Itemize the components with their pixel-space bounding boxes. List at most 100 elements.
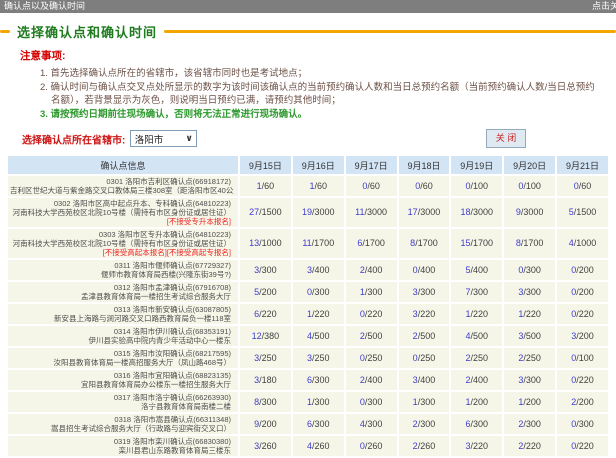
quota-cell[interactable]: 1/220 — [293, 304, 344, 324]
quota-cell[interactable]: 9/3000 — [504, 198, 555, 227]
quota-cell[interactable]: 3/180 — [240, 370, 291, 390]
quota-cell[interactable]: 2/300 — [399, 414, 450, 434]
quota-cell[interactable]: 0/250 — [399, 348, 450, 368]
quota-cell[interactable]: 11/3000 — [346, 198, 397, 227]
quota-cell[interactable]: 0/60 — [557, 176, 608, 196]
quota-cell[interactable]: 0/200 — [557, 260, 608, 280]
quota-cell[interactable]: 0/100 — [504, 176, 555, 196]
quota-cell[interactable]: 3/200 — [557, 326, 608, 346]
quota-cell[interactable]: 0/300 — [504, 260, 555, 280]
booked-count: 11 — [355, 207, 364, 217]
quota-cell[interactable]: 0/100 — [557, 348, 608, 368]
quota-cell[interactable]: 2/250 — [504, 348, 555, 368]
quota-cell[interactable]: 0/300 — [346, 392, 397, 412]
quota-cell[interactable]: 4/300 — [346, 414, 397, 434]
quota-cell[interactable]: 6/300 — [293, 414, 344, 434]
quota-cell[interactable]: 3/400 — [399, 370, 450, 390]
quota-cell[interactable]: 3/300 — [504, 370, 555, 390]
quota-cell[interactable]: 0/220 — [346, 304, 397, 324]
quota-cell[interactable]: 1/60 — [293, 176, 344, 196]
quota-cell[interactable]: 2/400 — [451, 370, 502, 390]
quota-cell[interactable]: 6/1700 — [346, 229, 397, 258]
quota-cell[interactable]: 1/220 — [451, 304, 502, 324]
quota-cell[interactable]: 8/300 — [240, 392, 291, 412]
quota-cell[interactable]: 2/400 — [346, 260, 397, 280]
quota-cell[interactable]: 5/400 — [451, 260, 502, 280]
quota-cell[interactable]: 5/200 — [240, 282, 291, 302]
quota-cell[interactable]: 3/500 — [504, 326, 555, 346]
close-link[interactable]: 点击关闭 — [592, 0, 616, 13]
daily-quota: /300 — [471, 287, 489, 297]
quota-cell[interactable]: 3/220 — [451, 436, 502, 456]
close-button[interactable]: 关 闭 — [486, 129, 526, 148]
quota-cell[interactable]: 1/300 — [293, 392, 344, 412]
daily-quota: /300 — [523, 419, 541, 429]
quota-cell[interactable]: 0/250 — [346, 348, 397, 368]
quota-cell[interactable]: 3/300 — [240, 260, 291, 280]
quota-cell[interactable]: 4/500 — [451, 326, 502, 346]
quota-cell[interactable]: 8/1700 — [399, 229, 450, 258]
quota-cell[interactable]: 13/1000 — [240, 229, 291, 258]
quota-cell[interactable]: 2/250 — [451, 348, 502, 368]
point-address: 宜阳县教育体育局办公楼东一楼招生服务大厅 — [10, 380, 231, 389]
daily-quota: /300 — [365, 397, 383, 407]
quota-cell[interactable]: 2/400 — [346, 370, 397, 390]
quota-cell[interactable]: 0/60 — [399, 176, 450, 196]
quota-cell[interactable]: 1/200 — [504, 392, 555, 412]
daily-quota: /220 — [576, 441, 594, 451]
quota-cell[interactable]: 2/500 — [399, 326, 450, 346]
quota-cell[interactable]: 1/300 — [346, 282, 397, 302]
quota-cell[interactable]: 0/300 — [293, 282, 344, 302]
quota-cell[interactable]: 3/300 — [399, 282, 450, 302]
quota-cell[interactable]: 6/300 — [293, 370, 344, 390]
quota-cell[interactable]: 19/3000 — [293, 198, 344, 227]
quota-cell[interactable]: 3/300 — [504, 282, 555, 302]
quota-cell[interactable]: 8/1700 — [504, 229, 555, 258]
quota-cell[interactable]: 2/220 — [504, 436, 555, 456]
confirmation-point-info: 0311 洛阳市偃师确认点(67729327)偃师市教育体育局西楼(兴隆东街39… — [8, 260, 238, 280]
quota-cell[interactable]: 6/220 — [240, 304, 291, 324]
quota-cell[interactable]: 2/300 — [504, 414, 555, 434]
quota-cell[interactable]: 4/500 — [293, 326, 344, 346]
quota-cell[interactable]: 4/260 — [293, 436, 344, 456]
quota-cell[interactable]: 11/1700 — [293, 229, 344, 258]
quota-cell[interactable]: 0/220 — [557, 304, 608, 324]
quota-cell[interactable]: 0/100 — [451, 176, 502, 196]
daily-quota: /300 — [523, 265, 541, 275]
quota-cell[interactable]: 1/60 — [240, 176, 291, 196]
quota-cell[interactable]: 3/250 — [240, 348, 291, 368]
quota-cell[interactable]: 1/220 — [504, 304, 555, 324]
point-name: 0314 洛阳市伊川确认点(68353191) — [10, 327, 231, 336]
quota-cell[interactable]: 9/200 — [240, 414, 291, 434]
quota-cell[interactable]: 12/380 — [240, 326, 291, 346]
quota-cell[interactable]: 0/200 — [557, 282, 608, 302]
quota-cell[interactable]: 6/300 — [451, 414, 502, 434]
quota-cell[interactable]: 7/300 — [451, 282, 502, 302]
quota-cell[interactable]: 0/300 — [557, 414, 608, 434]
daily-quota: /200 — [576, 265, 594, 275]
city-select[interactable]: 洛阳市 ∨ — [130, 130, 197, 147]
daily-quota: /300 — [312, 419, 330, 429]
quota-cell[interactable]: 2/200 — [557, 392, 608, 412]
quota-cell[interactable]: 5/1500 — [557, 198, 608, 227]
quota-cell[interactable]: 2/260 — [399, 436, 450, 456]
quota-cell[interactable]: 2/500 — [346, 326, 397, 346]
quota-cell[interactable]: 0/220 — [557, 370, 608, 390]
quota-cell[interactable]: 27/1500 — [240, 198, 291, 227]
quota-cell[interactable]: 0/260 — [346, 436, 397, 456]
quota-cell[interactable]: 18/3000 — [451, 198, 502, 227]
confirmation-point-info: 0313 洛阳市新安确认点(63087805)新安县上海路与涧河路交叉口路西教育… — [8, 304, 238, 324]
quota-cell[interactable]: 1/200 — [451, 392, 502, 412]
quota-cell[interactable]: 17/3000 — [399, 198, 450, 227]
quota-cell[interactable]: 0/220 — [557, 436, 608, 456]
quota-cell[interactable]: 3/400 — [293, 260, 344, 280]
quota-cell[interactable]: 0/400 — [399, 260, 450, 280]
quota-cell[interactable]: 3/250 — [293, 348, 344, 368]
quota-cell[interactable]: 1/300 — [399, 392, 450, 412]
table-row: 0303 洛阳市区专升本确认点(64810223)河南科技大学西苑校区北院10号… — [8, 229, 608, 258]
quota-cell[interactable]: 3/260 — [240, 436, 291, 456]
quota-cell[interactable]: 4/1000 — [557, 229, 608, 258]
quota-cell[interactable]: 15/1700 — [451, 229, 502, 258]
quota-cell[interactable]: 0/60 — [346, 176, 397, 196]
quota-cell[interactable]: 3/220 — [399, 304, 450, 324]
